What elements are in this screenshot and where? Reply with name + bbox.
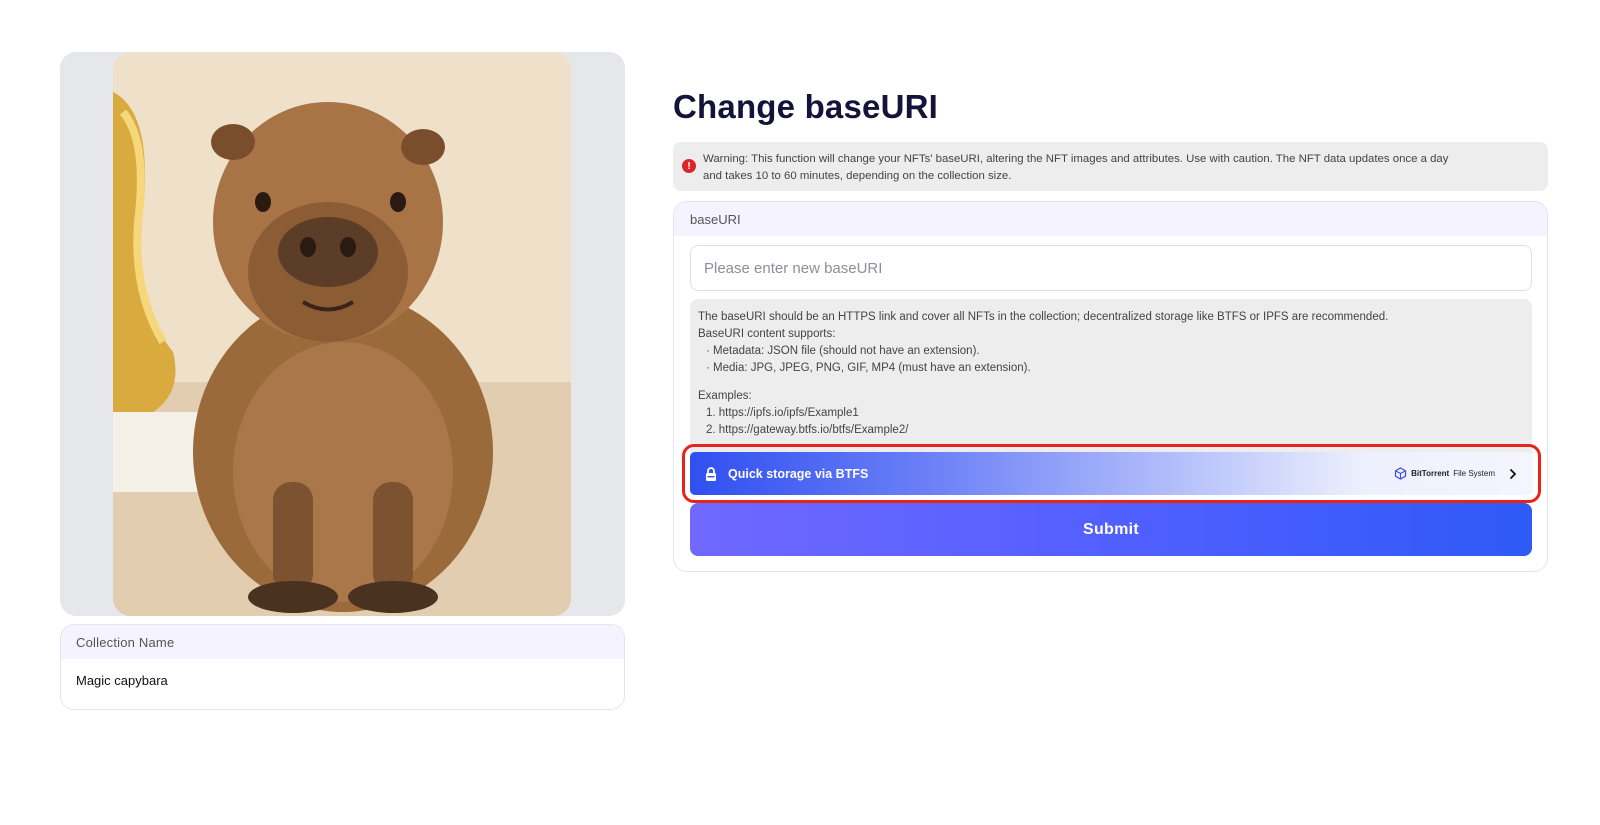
warning-icon: ! bbox=[682, 159, 696, 173]
help-example-2: 2. https://gateway.btfs.io/btfs/Example2… bbox=[706, 424, 909, 436]
baseuri-input[interactable] bbox=[690, 245, 1532, 291]
btfs-brand-bold: BitTorrent bbox=[1411, 469, 1450, 478]
warning-banner: ! Warning: This function will change you… bbox=[673, 142, 1548, 191]
help-example-1: 1. https://ipfs.io/ipfs/Example1 bbox=[706, 407, 859, 419]
collection-name-value: Magic capybara bbox=[76, 673, 168, 688]
baseuri-form: baseURI The baseURI should be an HTTPS l… bbox=[673, 201, 1548, 572]
btfs-brand-rest: File System bbox=[1453, 469, 1495, 478]
nft-image bbox=[113, 52, 571, 616]
help-bullet-metadata: · Metadata: JSON file (should not have a… bbox=[706, 345, 980, 357]
baseuri-label: baseURI bbox=[674, 202, 1547, 236]
submit-button[interactable]: Submit bbox=[690, 503, 1532, 556]
quick-storage-label: Quick storage via BTFS bbox=[728, 466, 869, 481]
help-examples-label: Examples: bbox=[698, 390, 752, 402]
btfs-cube-icon bbox=[1394, 467, 1407, 480]
help-bullet-media: · Media: JPG, JPEG, PNG, GIF, MP4 (must … bbox=[706, 362, 1031, 374]
help-supports: BaseURI content supports: bbox=[698, 328, 836, 340]
warning-text-line2: and takes 10 to 60 minutes, depending on… bbox=[703, 170, 1012, 182]
collection-name-label: Collection Name bbox=[61, 625, 624, 659]
nft-image-frame bbox=[60, 52, 625, 616]
collection-card: Collection Name Magic capybara bbox=[60, 624, 625, 710]
chevron-right-icon bbox=[1507, 468, 1519, 480]
help-intro: The baseURI should be an HTTPS link and … bbox=[698, 311, 1389, 323]
capybara-illustration bbox=[113, 52, 571, 616]
btfs-highlight-frame: Quick storage via BTFS BitTorrent File S… bbox=[682, 444, 1541, 503]
page-title: Change baseURI bbox=[673, 88, 939, 125]
warning-text-line1: Warning: This function will change your … bbox=[703, 153, 1449, 165]
bittorrent-logo: BitTorrent File System bbox=[1394, 467, 1519, 480]
quick-storage-btfs-button[interactable]: Quick storage via BTFS BitTorrent File S… bbox=[690, 452, 1533, 495]
lock-icon bbox=[704, 466, 718, 481]
